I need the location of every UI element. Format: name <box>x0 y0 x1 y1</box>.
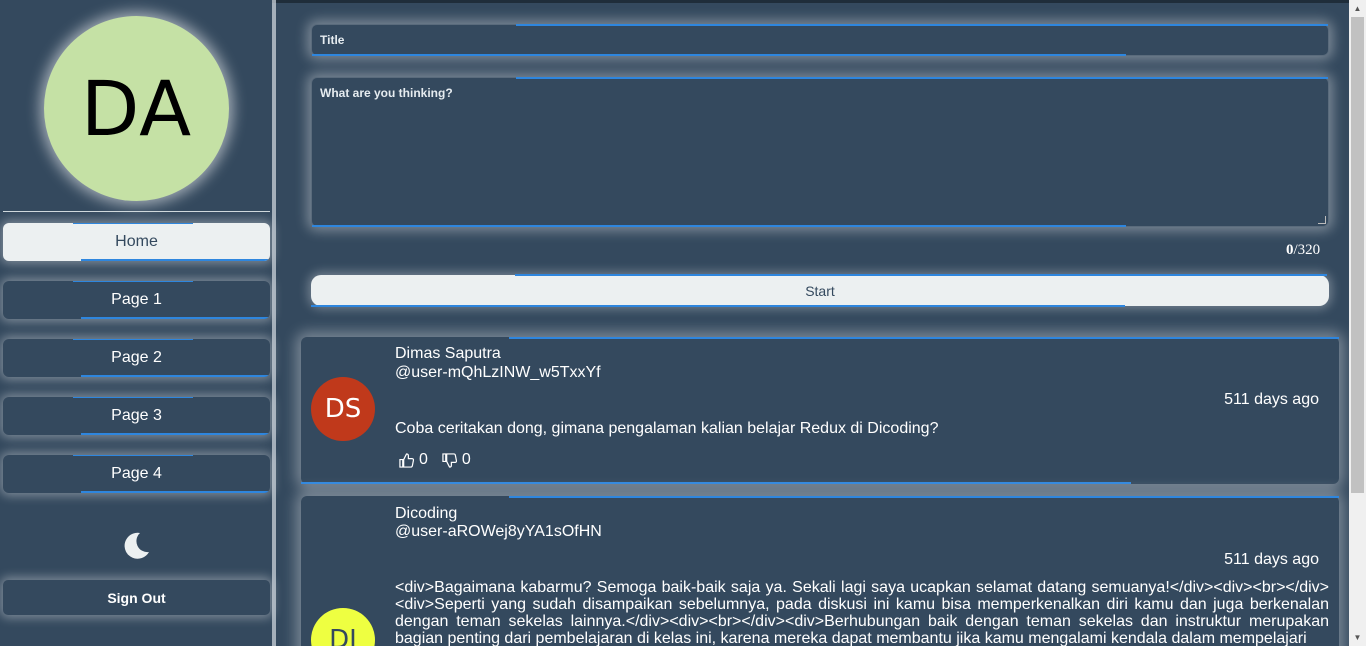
thread-author-username: @user-aROWej8yYA1sOfHN <box>395 523 602 540</box>
sidebar-divider <box>3 211 270 212</box>
downvote-count: 0 <box>461 451 471 468</box>
nav-page-3-label: Page 3 <box>111 407 162 424</box>
character-counter: 0/320 <box>1286 242 1320 259</box>
nav-home-label: Home <box>115 233 158 250</box>
moon-icon[interactable] <box>118 528 154 564</box>
sign-out-label: Sign Out <box>107 589 166 606</box>
thread-author-username: @user-mQhLzINW_w5TxxYf <box>395 364 601 381</box>
sign-out-button[interactable]: Sign Out <box>3 580 270 615</box>
thread-author-name: Dimas Saputra <box>395 345 501 362</box>
nav-page-4-label: Page 4 <box>111 465 162 482</box>
character-count: 0 <box>1286 242 1294 258</box>
thread-author-name: Dicoding <box>395 505 458 522</box>
scroll-down-arrow-icon[interactable]: ▼ <box>1349 629 1366 646</box>
nav-page-3[interactable]: Page 3 <box>3 397 270 435</box>
nav-page-4[interactable]: Page 4 <box>3 455 270 493</box>
sidebar-separator <box>272 0 276 646</box>
thread-card[interactable]: DI Dicoding @user-aROWej8yYA1sOfHN 511 d… <box>301 496 1339 646</box>
thread-body-textarea[interactable]: What are you thinking? <box>311 77 1329 227</box>
nav-home[interactable]: Home <box>3 223 270 261</box>
downvote-button[interactable]: 0 <box>442 451 471 469</box>
profile-avatar[interactable]: DA <box>44 16 229 201</box>
thread-time: 511 days ago <box>1224 391 1319 408</box>
thread-body[interactable]: Coba ceritakan dong, gimana pengalaman k… <box>395 420 1329 437</box>
resize-handle-icon[interactable] <box>1318 216 1326 224</box>
nav-page-1[interactable]: Page 1 <box>3 281 270 319</box>
thumbs-up-icon <box>399 452 414 468</box>
body-placeholder: What are you thinking? <box>320 86 453 100</box>
character-limit: /320 <box>1293 242 1321 258</box>
sidebar: DA Home Page 1 Page 2 Page 3 Page 4 Sign… <box>0 0 272 646</box>
start-button-label: Start <box>805 282 835 299</box>
title-input[interactable]: Title <box>311 24 1329 56</box>
page-scrollbar[interactable]: ▲ ▼ <box>1349 0 1366 646</box>
thread-body[interactable]: <div>Bagaimana kabarmu? Semoga baik-baik… <box>395 579 1329 646</box>
thumbs-down-icon <box>442 452 457 468</box>
thread-time: 511 days ago <box>1224 551 1319 568</box>
scroll-thumb[interactable] <box>1351 17 1364 493</box>
thread-votes: 0 0 <box>399 451 471 469</box>
thread-avatar: DI <box>311 608 375 646</box>
nav-page-2[interactable]: Page 2 <box>3 339 270 377</box>
upvote-count: 0 <box>419 451 428 468</box>
upvote-button[interactable]: 0 <box>399 451 428 469</box>
nav-page-1-label: Page 1 <box>111 291 162 308</box>
thread-avatar: DS <box>311 377 375 441</box>
start-thread-button[interactable]: Start <box>311 274 1329 307</box>
scroll-up-arrow-icon[interactable]: ▲ <box>1349 0 1366 17</box>
nav-page-2-label: Page 2 <box>111 349 162 366</box>
title-placeholder: Title <box>320 33 345 47</box>
thread-card[interactable]: DS Dimas Saputra @user-mQhLzINW_w5TxxYf … <box>301 337 1339 484</box>
